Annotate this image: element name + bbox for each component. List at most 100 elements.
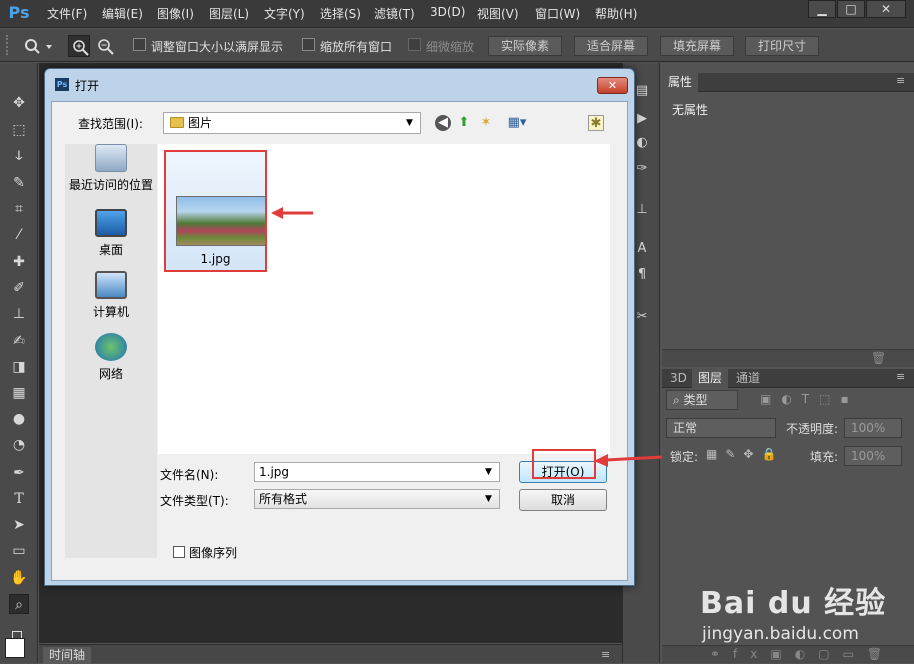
fit-screen-button[interactable]: 适合屏幕 xyxy=(574,36,648,56)
cancel-button[interactable]: 取消 xyxy=(519,489,607,511)
blend-mode-select[interactable]: 正常 xyxy=(666,418,776,438)
tab-layers[interactable]: 图层 xyxy=(692,369,729,388)
close-app-button[interactable]: ✕ xyxy=(866,0,906,18)
recent-places-icon xyxy=(95,144,127,172)
file-name: 1.jpg xyxy=(200,252,231,266)
zoom-all-checkbox[interactable] xyxy=(302,38,315,51)
blur-tool-icon[interactable]: ● xyxy=(9,409,29,429)
history-panel-icon[interactable]: ▤ xyxy=(634,83,650,99)
menu-file[interactable]: 文件(F) xyxy=(47,5,87,22)
menu-help[interactable]: 帮助(H) xyxy=(595,5,637,22)
bridge-icon[interactable]: ✱ xyxy=(588,115,604,131)
rectangle-tool-icon[interactable]: ▭ xyxy=(9,541,29,561)
actual-pixels-button[interactable]: 实际像素 xyxy=(488,36,562,56)
clone-stamp-tool-icon[interactable]: ⊥ xyxy=(9,304,29,324)
crop-tool-icon[interactable]: ⌗ xyxy=(9,199,29,219)
menu-image[interactable]: 图像(I) xyxy=(157,5,194,22)
up-folder-icon[interactable]: ⬆ xyxy=(456,115,472,131)
tab-channels[interactable]: 通道 xyxy=(730,369,766,388)
place-desktop-label: 桌面 xyxy=(98,243,123,257)
layer-filter-select[interactable]: ⌕ 类型 xyxy=(666,390,738,410)
place-desktop[interactable]: 桌面 xyxy=(65,209,157,258)
chevron-down-icon: ▼ xyxy=(485,467,492,477)
tab-3d[interactable]: 3D xyxy=(664,369,693,388)
adjustments-panel-icon[interactable]: ◐ xyxy=(634,135,650,151)
menu-type[interactable]: 文字(Y) xyxy=(264,5,305,22)
image-sequence-checkbox[interactable] xyxy=(173,546,185,558)
back-icon[interactable]: ◀ xyxy=(435,115,451,131)
actions-panel-icon[interactable]: ▶ xyxy=(634,111,650,127)
minimize-button[interactable]: ▁ xyxy=(808,0,836,18)
place-network[interactable]: 网络 xyxy=(65,333,157,382)
place-computer[interactable]: 计算机 xyxy=(65,271,157,320)
look-in-dropdown[interactable]: 图片 ▼ xyxy=(163,112,421,134)
dodge-tool-icon[interactable]: ◔ xyxy=(9,435,29,455)
fill-screen-button[interactable]: 填充屏幕 xyxy=(660,36,734,56)
filename-input[interactable]: 1.jpg ▼ xyxy=(254,462,500,482)
fill-input[interactable]: 100% xyxy=(844,446,902,466)
scrubby-zoom-label: 细微缩放 xyxy=(426,40,475,54)
scrubby-zoom-checkbox[interactable] xyxy=(408,38,421,51)
menu-3d[interactable]: 3D(D) xyxy=(430,5,465,19)
marquee-tool-icon[interactable]: ⬚ xyxy=(9,120,29,140)
file-item[interactable]: 1.jpg xyxy=(164,150,267,272)
tool-presets-panel-icon[interactable]: ⊥ xyxy=(634,202,650,218)
path-select-tool-icon[interactable]: ➤ xyxy=(9,515,29,535)
menu-window[interactable]: 窗口(W) xyxy=(535,5,580,22)
red-arrow-annotation-open xyxy=(594,454,663,467)
view-menu-icon[interactable]: ▦▾ xyxy=(503,115,531,131)
layer-filter-icons[interactable]: ▣◐T⬚▪ xyxy=(760,392,859,406)
eyedropper-tool-icon[interactable]: ⁄ xyxy=(9,225,29,245)
layers-menu-icon[interactable]: ≡ xyxy=(896,370,905,383)
hand-tool-icon[interactable]: ✋ xyxy=(9,568,29,588)
resize-window-checkbox[interactable] xyxy=(133,38,146,51)
place-recent[interactable]: 最近访问的位置 xyxy=(65,144,157,193)
tab-properties[interactable]: 属性 xyxy=(662,73,699,92)
print-size-button[interactable]: 打印尺寸 xyxy=(745,36,819,56)
opacity-input[interactable]: 100% xyxy=(844,418,902,438)
menu-edit[interactable]: 编辑(E) xyxy=(102,5,143,22)
history-brush-tool-icon[interactable]: ✍ xyxy=(9,331,29,351)
filetype-select[interactable]: 所有格式 ▼ xyxy=(254,489,500,509)
foreground-color-swatch[interactable] xyxy=(5,638,25,658)
properties-content: 无属性 xyxy=(672,103,709,117)
gradient-tool-icon[interactable]: ▦ xyxy=(9,383,29,403)
menu-filter[interactable]: 滤镜(T) xyxy=(374,5,415,22)
tools-panel-icon[interactable]: ✂ xyxy=(634,309,650,325)
dialog-close-button[interactable]: ✕ xyxy=(597,77,628,94)
trash-icon[interactable]: 🗑 xyxy=(871,351,886,365)
menu-select[interactable]: 选择(S) xyxy=(320,5,361,22)
menu-layer[interactable]: 图层(L) xyxy=(209,5,249,22)
tools-panel: ✥ ⬚ ↆ ✎ ⌗ ⁄ ✚ ✐ ⊥ ✍ ◨ ▦ ● ◔ ✒ T ➤ ▭ ✋ ⌕ xyxy=(0,63,38,663)
dialog-body: 查找范围(I): 图片 ▼ ◀ ⬆ ✶ ▦▾ ✱ 最近访问的位置 桌面 计算机 xyxy=(51,101,628,581)
menu-view[interactable]: 视图(V) xyxy=(477,5,519,22)
character-panel-icon[interactable]: A xyxy=(634,241,650,257)
timeline-menu-icon[interactable]: ≡ xyxy=(601,648,610,661)
fill-label: 填充: xyxy=(810,450,839,464)
paragraph-panel-icon[interactable]: ¶ xyxy=(634,267,650,283)
brushes-panel-icon[interactable]: ✑ xyxy=(634,161,650,177)
new-folder-icon[interactable]: ✶ xyxy=(478,115,494,131)
zoom-tool-preset-icon[interactable] xyxy=(22,36,52,56)
properties-menu-icon[interactable]: ≡ xyxy=(896,74,905,87)
eraser-tool-icon[interactable]: ◨ xyxy=(9,357,29,377)
lasso-tool-icon[interactable]: ↆ xyxy=(9,146,29,166)
zoom-in-icon[interactable] xyxy=(68,35,90,57)
grip-handle[interactable] xyxy=(6,35,10,55)
zoom-tool-icon[interactable]: ⌕ xyxy=(9,594,29,614)
brush-tool-icon[interactable]: ✐ xyxy=(9,278,29,298)
healing-brush-tool-icon[interactable]: ✚ xyxy=(9,252,29,272)
zoom-all-label: 缩放所有窗口 xyxy=(320,40,393,54)
zoom-out-icon[interactable] xyxy=(94,35,116,57)
lock-icons[interactable]: ▦✎✥🔒 xyxy=(706,447,784,461)
look-in-label: 查找范围(I): xyxy=(78,117,143,131)
type-tool-icon[interactable]: T xyxy=(9,489,29,509)
baidu-watermark: Bai du 经验 jingyan.baidu.com xyxy=(700,572,910,662)
quick-select-tool-icon[interactable]: ✎ xyxy=(9,173,29,193)
opacity-label: 不透明度: xyxy=(786,422,839,436)
timeline-tab[interactable]: 时间轴 xyxy=(43,647,92,664)
menu-bar: Ps 文件(F) 编辑(E) 图像(I) 图层(L) 文字(Y) 选择(S) 滤… xyxy=(0,0,914,28)
move-tool-icon[interactable]: ✥ xyxy=(9,93,29,113)
maximize-button[interactable]: □ xyxy=(837,0,865,18)
pen-tool-icon[interactable]: ✒ xyxy=(9,463,29,483)
